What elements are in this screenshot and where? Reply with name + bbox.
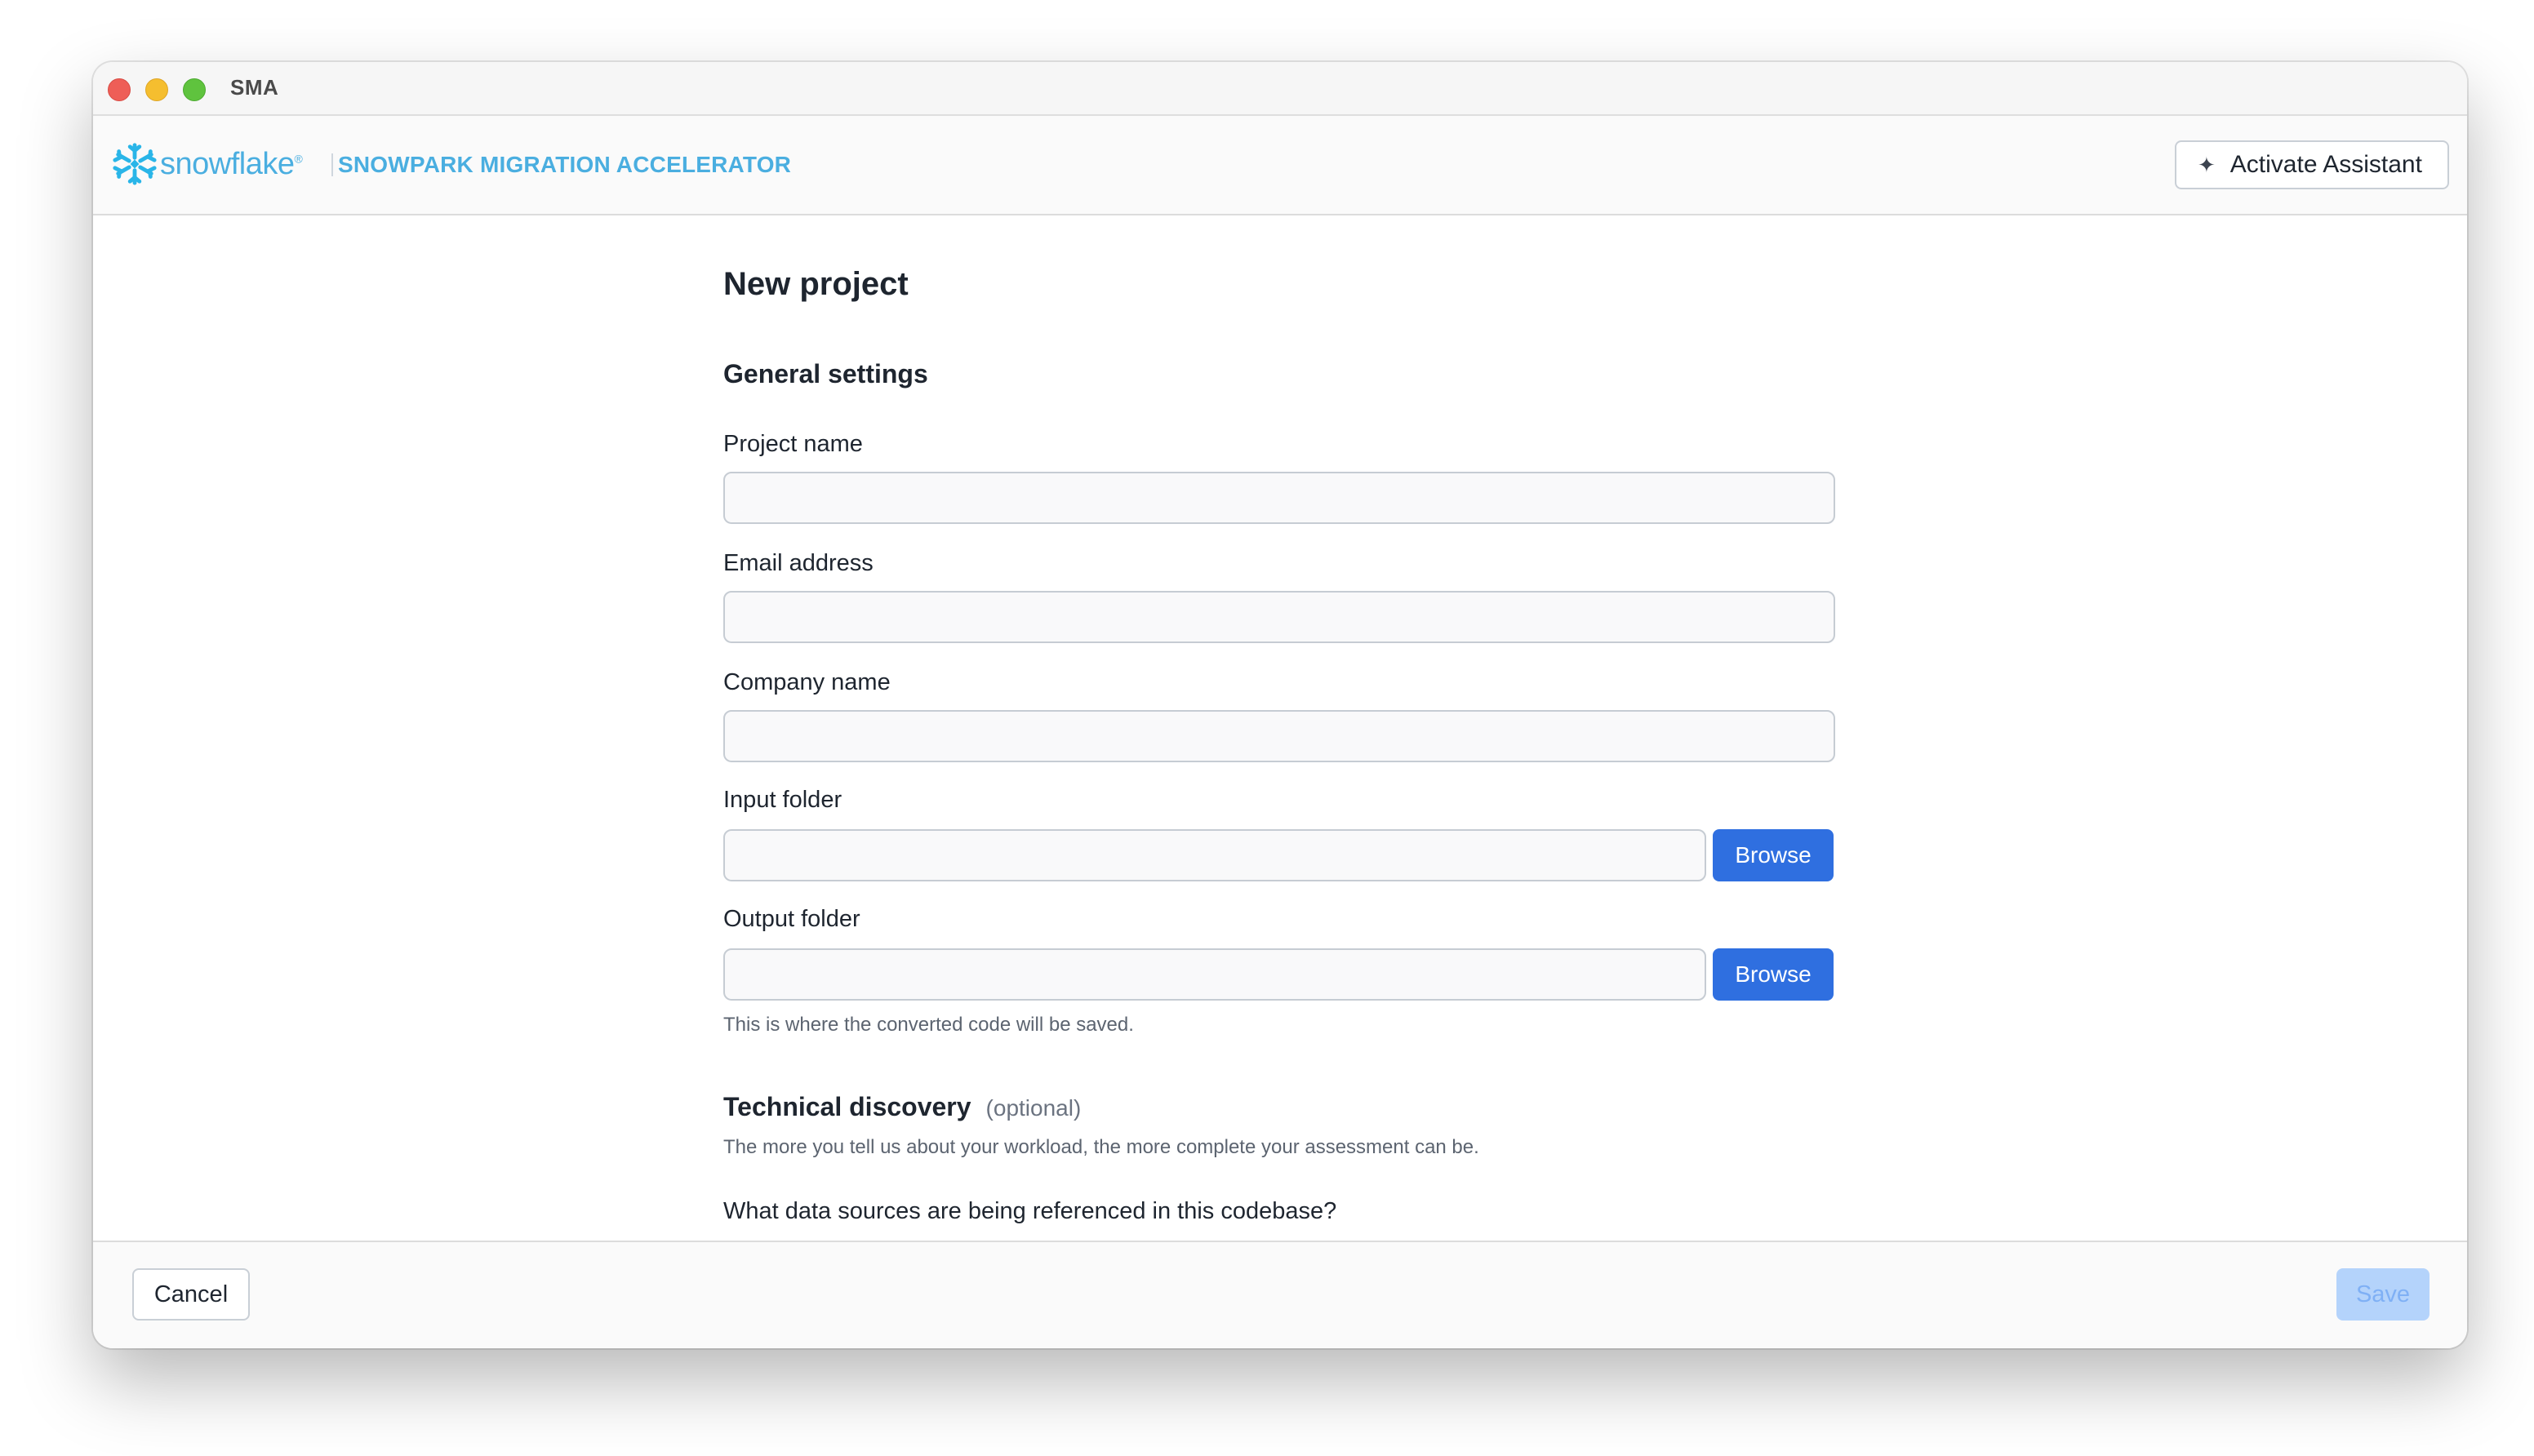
email-address-label: Email address bbox=[723, 550, 874, 576]
logo-wordmark: snowflake® bbox=[160, 146, 303, 181]
email-address-input[interactable] bbox=[723, 591, 1835, 643]
snowflake-logo: snowflake® bbox=[111, 139, 303, 189]
cancel-button[interactable]: Cancel bbox=[132, 1268, 250, 1321]
data-sources-question: What data sources are being referenced i… bbox=[723, 1198, 1337, 1224]
sparkle-icon: ✦ bbox=[2198, 152, 2216, 177]
product-name: SNOWPARK MIGRATION ACCELERATOR bbox=[338, 152, 792, 177]
app-header: snowflake® SNOWPARK MIGRATION ACCELERATO… bbox=[93, 116, 2467, 215]
header-divider bbox=[331, 153, 333, 176]
input-folder-input[interactable] bbox=[723, 829, 1706, 881]
activate-assistant-label: Activate Assistant bbox=[2229, 151, 2422, 178]
app-window: SMA snowflake® SNOWPARK MIGRATION ACCELE… bbox=[93, 62, 2467, 1348]
output-folder-input[interactable] bbox=[723, 948, 1706, 1001]
output-folder-label: Output folder bbox=[723, 906, 860, 932]
output-folder-hint: This is where the converted code will be… bbox=[723, 1014, 1134, 1036]
technical-discovery-title: Technical discovery bbox=[723, 1092, 971, 1121]
optional-tag: (optional) bbox=[985, 1095, 1082, 1121]
general-settings-heading: General settings bbox=[723, 359, 928, 388]
close-window-button[interactable] bbox=[108, 78, 131, 101]
form-footer: Cancel Save bbox=[93, 1241, 2467, 1348]
form-scroll-area[interactable]: New project General settings Project nam… bbox=[93, 215, 2467, 1241]
zoom-window-button[interactable] bbox=[183, 78, 206, 101]
technical-discovery-description: The more you tell us about your workload… bbox=[723, 1136, 1479, 1158]
title-bar: SMA bbox=[93, 62, 2467, 116]
input-folder-label: Input folder bbox=[723, 787, 842, 813]
page-title: New project bbox=[723, 266, 909, 302]
snowflake-logo-icon bbox=[113, 143, 157, 185]
window-title: SMA bbox=[230, 75, 279, 100]
minimize-window-button[interactable] bbox=[145, 78, 168, 101]
project-name-input[interactable] bbox=[723, 472, 1835, 524]
input-folder-browse-button[interactable]: Browse bbox=[1713, 829, 1834, 881]
technical-discovery-heading: Technical discovery (optional) bbox=[723, 1092, 1081, 1122]
output-folder-browse-button[interactable]: Browse bbox=[1713, 948, 1834, 1001]
activate-assistant-button[interactable]: ✦ Activate Assistant bbox=[2175, 140, 2449, 189]
company-name-label: Company name bbox=[723, 669, 891, 695]
company-name-input[interactable] bbox=[723, 710, 1835, 762]
save-button[interactable]: Save bbox=[2336, 1268, 2430, 1321]
project-name-label: Project name bbox=[723, 431, 863, 457]
